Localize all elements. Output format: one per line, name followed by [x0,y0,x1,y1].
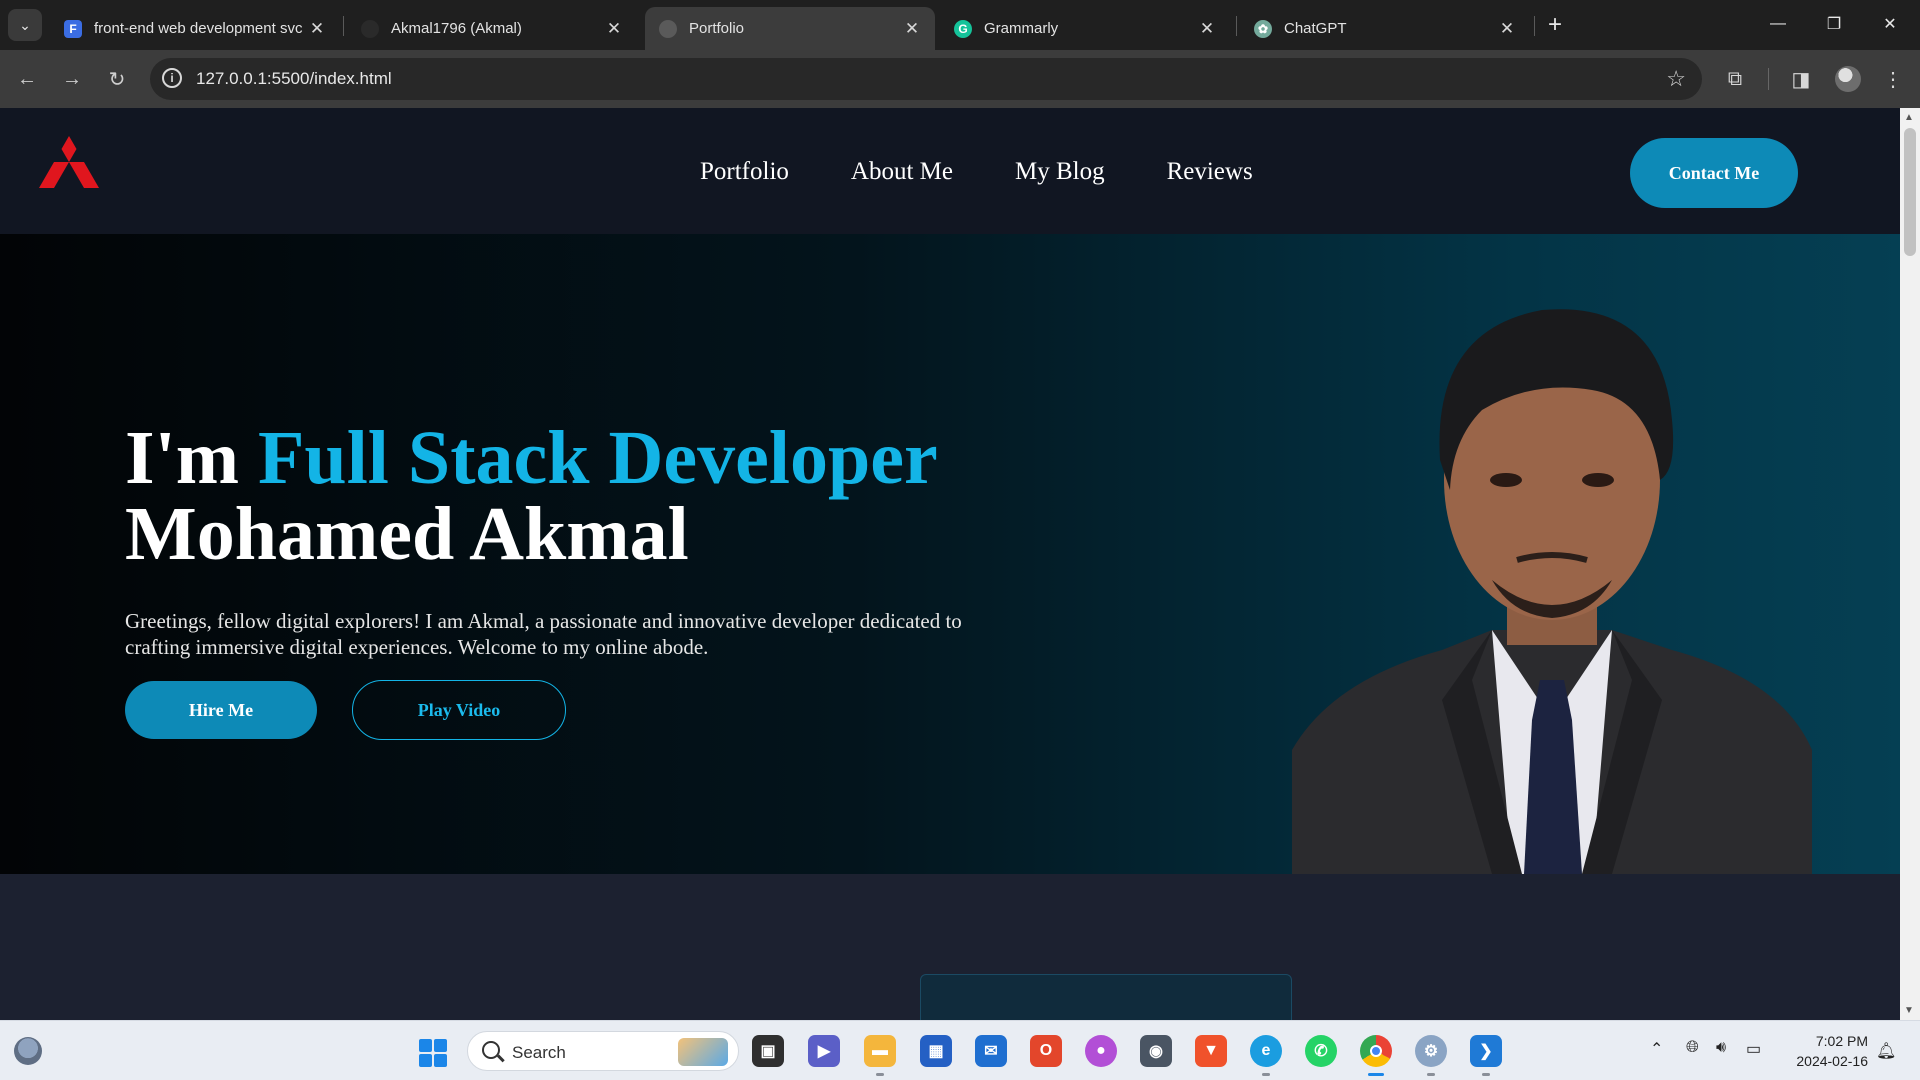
play-video-button[interactable]: Play Video [352,680,566,740]
hero-title: I'm Full Stack Developer Mohamed Akmal [125,420,938,572]
restore-icon: ❐ [1826,16,1842,33]
github-icon [361,19,379,38]
forms-icon: F [64,19,82,38]
settings-icon[interactable]: ⚙ [1415,1035,1447,1076]
contact-me-button[interactable]: Contact Me [1630,138,1798,208]
site-info-icon[interactable]: i [162,68,182,88]
vscode-icon[interactable]: ❯ [1470,1035,1502,1076]
grammarly-icon: G [954,19,972,38]
language-icon[interactable]: 🌐︎ [1686,1039,1699,1057]
nav-portfolio[interactable]: Portfolio [700,158,789,186]
page-scrollbar[interactable]: ▲ ▼ [1900,108,1920,1020]
edge-icon[interactable]: e [1250,1035,1282,1076]
nav-about-me[interactable]: About Me [851,158,953,186]
chatgpt-icon: ✿ [1254,19,1272,38]
hero-title-prefix: I'm [125,416,258,500]
forward-button[interactable]: → [55,62,89,96]
close-tab-icon[interactable]: ✕ [304,16,330,42]
profile-photo [1292,309,1812,874]
globe-icon [659,19,677,38]
reload-icon: ↻ [108,68,126,91]
scroll-thumb[interactable] [1904,128,1916,256]
search-highlight-icon [678,1038,728,1066]
tab-front-end[interactable]: F front-end web development svc ✕ [50,7,340,50]
browser-toolbar: ← → ↻ i 127.0.0.1:5500/index.html ☆ ⧉ ◨ … [0,50,1920,108]
close-tab-icon[interactable]: ✕ [899,16,925,42]
arrow-left-icon: ← [17,67,37,90]
close-window-button[interactable]: ✕ [1862,0,1918,48]
scroll-up-icon[interactable]: ▲ [1904,112,1914,123]
store-icon[interactable]: ▦ [920,1035,952,1067]
tab-search-button[interactable]: ⌄ [8,9,42,41]
search-icon [482,1041,500,1059]
address-bar[interactable]: i 127.0.0.1:5500/index.html ☆ [150,58,1702,100]
office-icon[interactable]: O [1030,1035,1062,1067]
nav-reviews[interactable]: Reviews [1167,158,1253,186]
hero-intro: Greetings, fellow digital explorers! I a… [125,609,962,659]
nav-my-blog[interactable]: My Blog [1015,158,1105,186]
scroll-down-icon[interactable]: ▼ [1904,1005,1914,1016]
main-nav: Portfolio About Me My Blog Reviews [700,158,1253,186]
file-explorer-icon[interactable]: ▬ [864,1035,896,1076]
clock-date: 2024-02-16 [1796,1053,1868,1069]
side-panel-icon[interactable]: ◨ [1786,64,1816,94]
tab-title: ChatGPT [1284,20,1347,37]
clock[interactable]: 7:02 PM 2024-02-16 [1784,1031,1868,1071]
plus-icon: + [1547,11,1562,38]
taskbar-search[interactable]: Search [467,1031,739,1071]
tab-strip: ⌄ F front-end web development svc ✕ Akma… [0,0,1920,50]
close-tab-icon[interactable]: ✕ [1194,16,1220,42]
close-tab-icon[interactable]: ✕ [1494,16,1520,42]
new-tab-button[interactable]: + [1540,10,1570,40]
minimize-button[interactable]: — [1750,0,1806,48]
tab-chatgpt[interactable]: ✿ ChatGPT ✕ [1240,7,1530,50]
page-viewport: Portfolio About Me My Blog Reviews Conta… [0,108,1900,1020]
minimize-icon: — [1770,15,1786,32]
hire-me-button[interactable]: Hire Me [125,681,317,739]
chevron-down-icon: ⌄ [19,16,31,33]
back-button[interactable]: ← [10,62,44,96]
tab-title: Akmal1796 (Akmal) [391,20,522,37]
chrome-icon[interactable] [1360,1035,1392,1076]
start-button[interactable] [419,1039,447,1067]
notification-bell-icon[interactable]: 🔔︎ [1876,1041,1896,1061]
extensions-icon[interactable]: ⧉ [1720,64,1750,94]
brave-icon[interactable]: ▼ [1195,1035,1227,1067]
volume-icon[interactable]: 🔊︎ [1716,1039,1726,1057]
hero-title-name: Mohamed Akmal [125,492,689,576]
mail-icon[interactable]: ✉ [975,1035,1007,1067]
hero-section: I'm Full Stack Developer Mohamed Akmal G… [0,234,1900,874]
hero-title-role: Full Stack Developer [258,416,938,500]
battery-icon[interactable]: ▭ [1746,1039,1761,1059]
taskbar-search-label: Search [512,1043,566,1062]
tab-title: Portfolio [689,20,745,37]
menu-icon[interactable]: ⋮ [1878,64,1908,94]
url-text[interactable]: 127.0.0.1:5500/index.html [196,69,392,89]
task-view-icon[interactable]: ▣ [752,1035,784,1067]
paint-icon[interactable]: ● [1085,1035,1117,1067]
section-card [920,974,1292,1020]
logo-icon[interactable] [38,136,100,198]
clock-time: 7:02 PM [1815,1033,1868,1049]
close-tab-icon[interactable]: ✕ [601,16,627,42]
tab-title: front-end web development svc [94,20,303,37]
camera-icon[interactable]: ◉ [1140,1035,1172,1067]
profile-avatar[interactable] [1835,66,1861,92]
chevron-up-icon[interactable]: ⌃ [1650,1039,1663,1059]
tab-github[interactable]: Akmal1796 (Akmal) ✕ [347,7,637,50]
weather-widget-icon[interactable] [14,1037,42,1065]
arrow-right-icon: → [62,67,82,90]
reload-button[interactable]: ↻ [100,62,134,96]
bookmark-star-icon[interactable]: ☆ [1666,66,1686,92]
taskbar: Search ▣ ▶ ▬ ▦ ✉ O ● ◉ ▼ e ✆ ⚙ ❯ ⌃ 🌐︎ 🔊︎… [0,1020,1920,1080]
restore-button[interactable]: ❐ [1806,0,1862,48]
whatsapp-icon[interactable]: ✆ [1305,1035,1337,1067]
teams-icon[interactable]: ▶ [808,1035,840,1067]
tab-title: Grammarly [984,20,1059,37]
tab-grammarly[interactable]: G Grammarly ✕ [940,7,1230,50]
tab-portfolio[interactable]: Portfolio ✕ [645,7,935,50]
site-header: Portfolio About Me My Blog Reviews Conta… [0,108,1900,234]
close-icon: ✕ [1883,16,1897,33]
